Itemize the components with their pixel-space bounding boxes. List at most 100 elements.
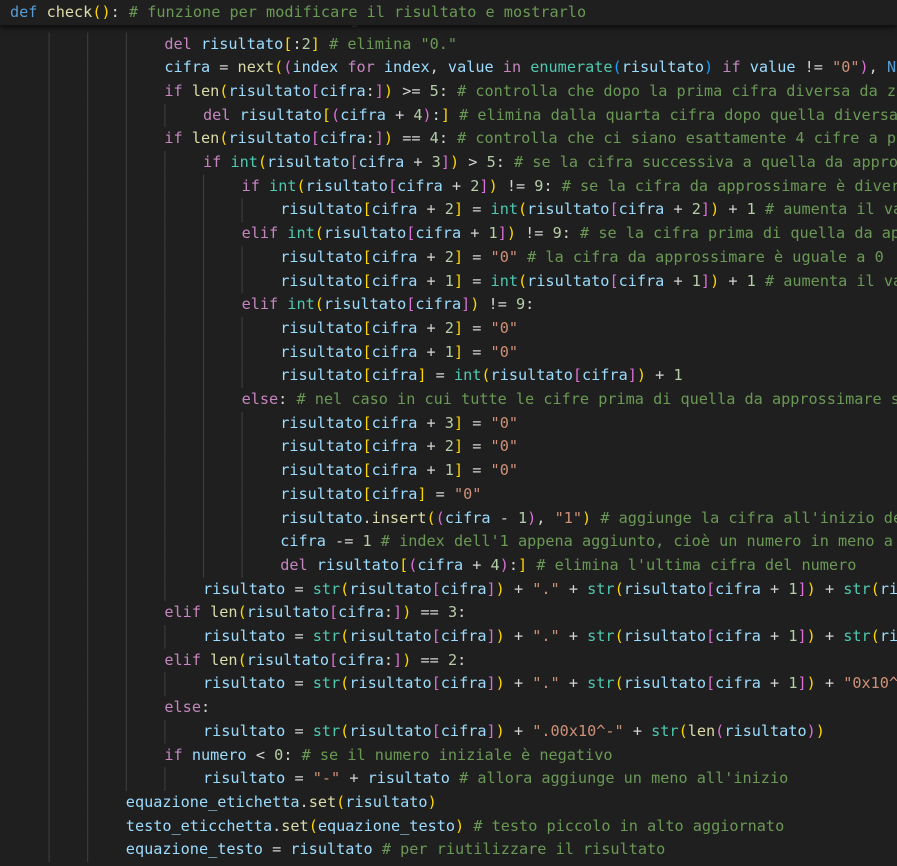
code-token: )	[506, 224, 516, 243]
code-token: int	[490, 200, 518, 219]
code-token: cifra	[338, 650, 384, 669]
code-line[interactable]: risultato[cifra + 2] = int(risultato[cif…	[280, 198, 897, 222]
code-line[interactable]: risultato[cifra + 2] = "0"	[280, 435, 518, 459]
code-token: )	[402, 603, 412, 622]
code-line[interactable]: del risultato[(cifra + 4):] # elimina da…	[203, 104, 897, 128]
code-token: 1	[673, 366, 683, 385]
code-line[interactable]: risultato[cifra + 2] = "0" # la cifra da…	[280, 246, 884, 270]
code-line[interactable]: risultato[cifra] = int(risultato[cifra])…	[280, 364, 682, 388]
code-line[interactable]: risultato = str(risultato[cifra]) + "." …	[203, 578, 897, 602]
code-token: ]	[374, 129, 384, 148]
code-line[interactable]: testo_eticchetta.set(equazione_testo) # …	[126, 815, 784, 839]
code-token: (	[517, 200, 528, 219]
code-line[interactable]: elif int(risultato[cifra]) != 9:	[242, 293, 535, 317]
code-token: 5	[486, 153, 496, 171]
code-token: [	[431, 579, 441, 598]
code-token: # index dell'1 appena aggiunto, cioè un …	[380, 532, 893, 551]
code-token: [	[329, 650, 339, 669]
code-line[interactable]: equazione_testo = risultato # per riutil…	[126, 838, 666, 862]
code-token: 4	[429, 129, 439, 148]
code-token: cifra	[371, 461, 418, 480]
code-token: 1	[488, 224, 498, 243]
code-token: # se la cifra prima di quella da ap	[580, 224, 897, 243]
code-line[interactable]: risultato[cifra + 3] = "0"	[280, 412, 518, 436]
code-token: risultato	[527, 200, 610, 219]
code-token: !=	[479, 295, 516, 314]
code-line[interactable]: equazione_etichetta.set(risultato)	[126, 791, 437, 815]
code-line[interactable]: if int(risultato[cifra + 3]) > 5: # se l…	[203, 151, 897, 175]
code-token: 2	[444, 247, 454, 266]
code-token: # testo piccolo in alto aggiornato	[473, 816, 785, 835]
code-line[interactable]: elif len(risultato[cifra:]) == 2:	[164, 649, 466, 673]
code-token: (	[257, 153, 268, 171]
code-token: (	[612, 58, 622, 77]
code-token: "."	[532, 674, 560, 693]
code-token: [	[431, 674, 441, 693]
code-token: ]	[700, 200, 711, 219]
code-token: .	[272, 816, 282, 835]
code-token: [	[362, 484, 372, 503]
code-line[interactable]: risultato[cifra] = "0"	[280, 483, 481, 507]
code-token: else	[164, 698, 201, 717]
code-token: # se la cifra successiva a quella da app…	[514, 153, 897, 171]
code-line[interactable]: else: # nel caso in cui tutte le cifre p…	[242, 388, 897, 412]
code-token: del	[280, 555, 308, 574]
code-line[interactable]: del risultato[(cifra + 4):] # elimina l'…	[280, 554, 856, 578]
code-line[interactable]: risultato[cifra + 2] = "0"	[280, 317, 518, 341]
code-token: set	[308, 792, 337, 811]
code-line[interactable]: cifra = next((index for index, value in …	[164, 56, 896, 80]
code-token: equazione_etichetta	[125, 792, 300, 811]
code-token: str	[312, 579, 341, 598]
code-token: [	[572, 366, 582, 385]
code-token: risultato	[623, 674, 707, 693]
sticky-scroll-header[interactable]: def check(): # funzione per modificare i…	[0, 0, 897, 25]
code-token: elif	[241, 295, 279, 314]
code-line[interactable]: risultato = str(risultato[cifra]) + "." …	[203, 625, 897, 649]
code-token: 9	[552, 224, 562, 243]
code-token: 3	[444, 413, 454, 432]
code-line[interactable]: elif len(risultato[cifra:]) == 3:	[164, 601, 466, 625]
code-token: 0	[274, 745, 284, 764]
code-token: if	[203, 153, 222, 171]
code-token: (	[614, 579, 624, 598]
code-line[interactable]: else:	[164, 696, 210, 720]
code-line[interactable]: if len(risultato[cifra:]) == 4: # contro…	[164, 127, 896, 151]
code-token: ]	[627, 366, 637, 385]
code-token: +	[559, 627, 588, 645]
code-token: (	[331, 105, 341, 124]
code-token: cifra	[715, 674, 761, 693]
code-token: ]	[453, 200, 464, 219]
code-token: risultato	[724, 721, 807, 740]
code-token: ()	[92, 3, 111, 21]
code-line[interactable]: cifra -= 1 # index dell'1 appena aggiunt…	[280, 530, 893, 554]
code-line[interactable]: if numero < 0: # se il numero iniziale è…	[164, 744, 612, 768]
code-line[interactable]: risultato[cifra + 1] = int(risultato[cif…	[280, 270, 897, 294]
code-token: [	[310, 129, 320, 148]
code-token: )	[806, 674, 816, 693]
code-line[interactable]: risultato = str(risultato[cifra]) + "." …	[203, 672, 897, 696]
code-line[interactable]: risultato = "-" + risultato # allora agg…	[203, 767, 788, 791]
code-token: risultato	[280, 200, 363, 219]
code-line[interactable]: del risultato[:2] # elimina "0."	[164, 33, 457, 57]
code-line[interactable]: risultato[cifra + 1] = "0"	[280, 341, 518, 365]
code-token: :	[495, 153, 515, 171]
code-editor[interactable]: g def check(): # funzione per modificare…	[0, 0, 897, 866]
code-line[interactable]: risultato[cifra + 1] = "0"	[280, 459, 518, 483]
code-token: )	[710, 271, 720, 290]
code-token: "0"	[490, 437, 518, 456]
code-token: !=	[497, 176, 535, 195]
code-token: len	[191, 129, 220, 148]
code-line[interactable]: elif int(risultato[cifra + 1]) != 9: # s…	[242, 222, 897, 246]
code-line[interactable]: risultato.insert((cifra - 1), "1") # agg…	[280, 507, 897, 531]
code-token: 1	[444, 461, 454, 480]
code-token: >=	[393, 81, 430, 100]
code-token: value	[749, 58, 796, 77]
code-line[interactable]: risultato = str(risultato[cifra]) + ".00…	[203, 720, 825, 744]
code-token: risultato	[367, 769, 450, 788]
code-line[interactable]: if len(risultato[cifra:]) >= 5: # contro…	[164, 80, 896, 104]
code-token: +	[417, 342, 445, 361]
code-line[interactable]: if int(risultato[cifra + 2]) != 9: # se …	[242, 175, 897, 199]
